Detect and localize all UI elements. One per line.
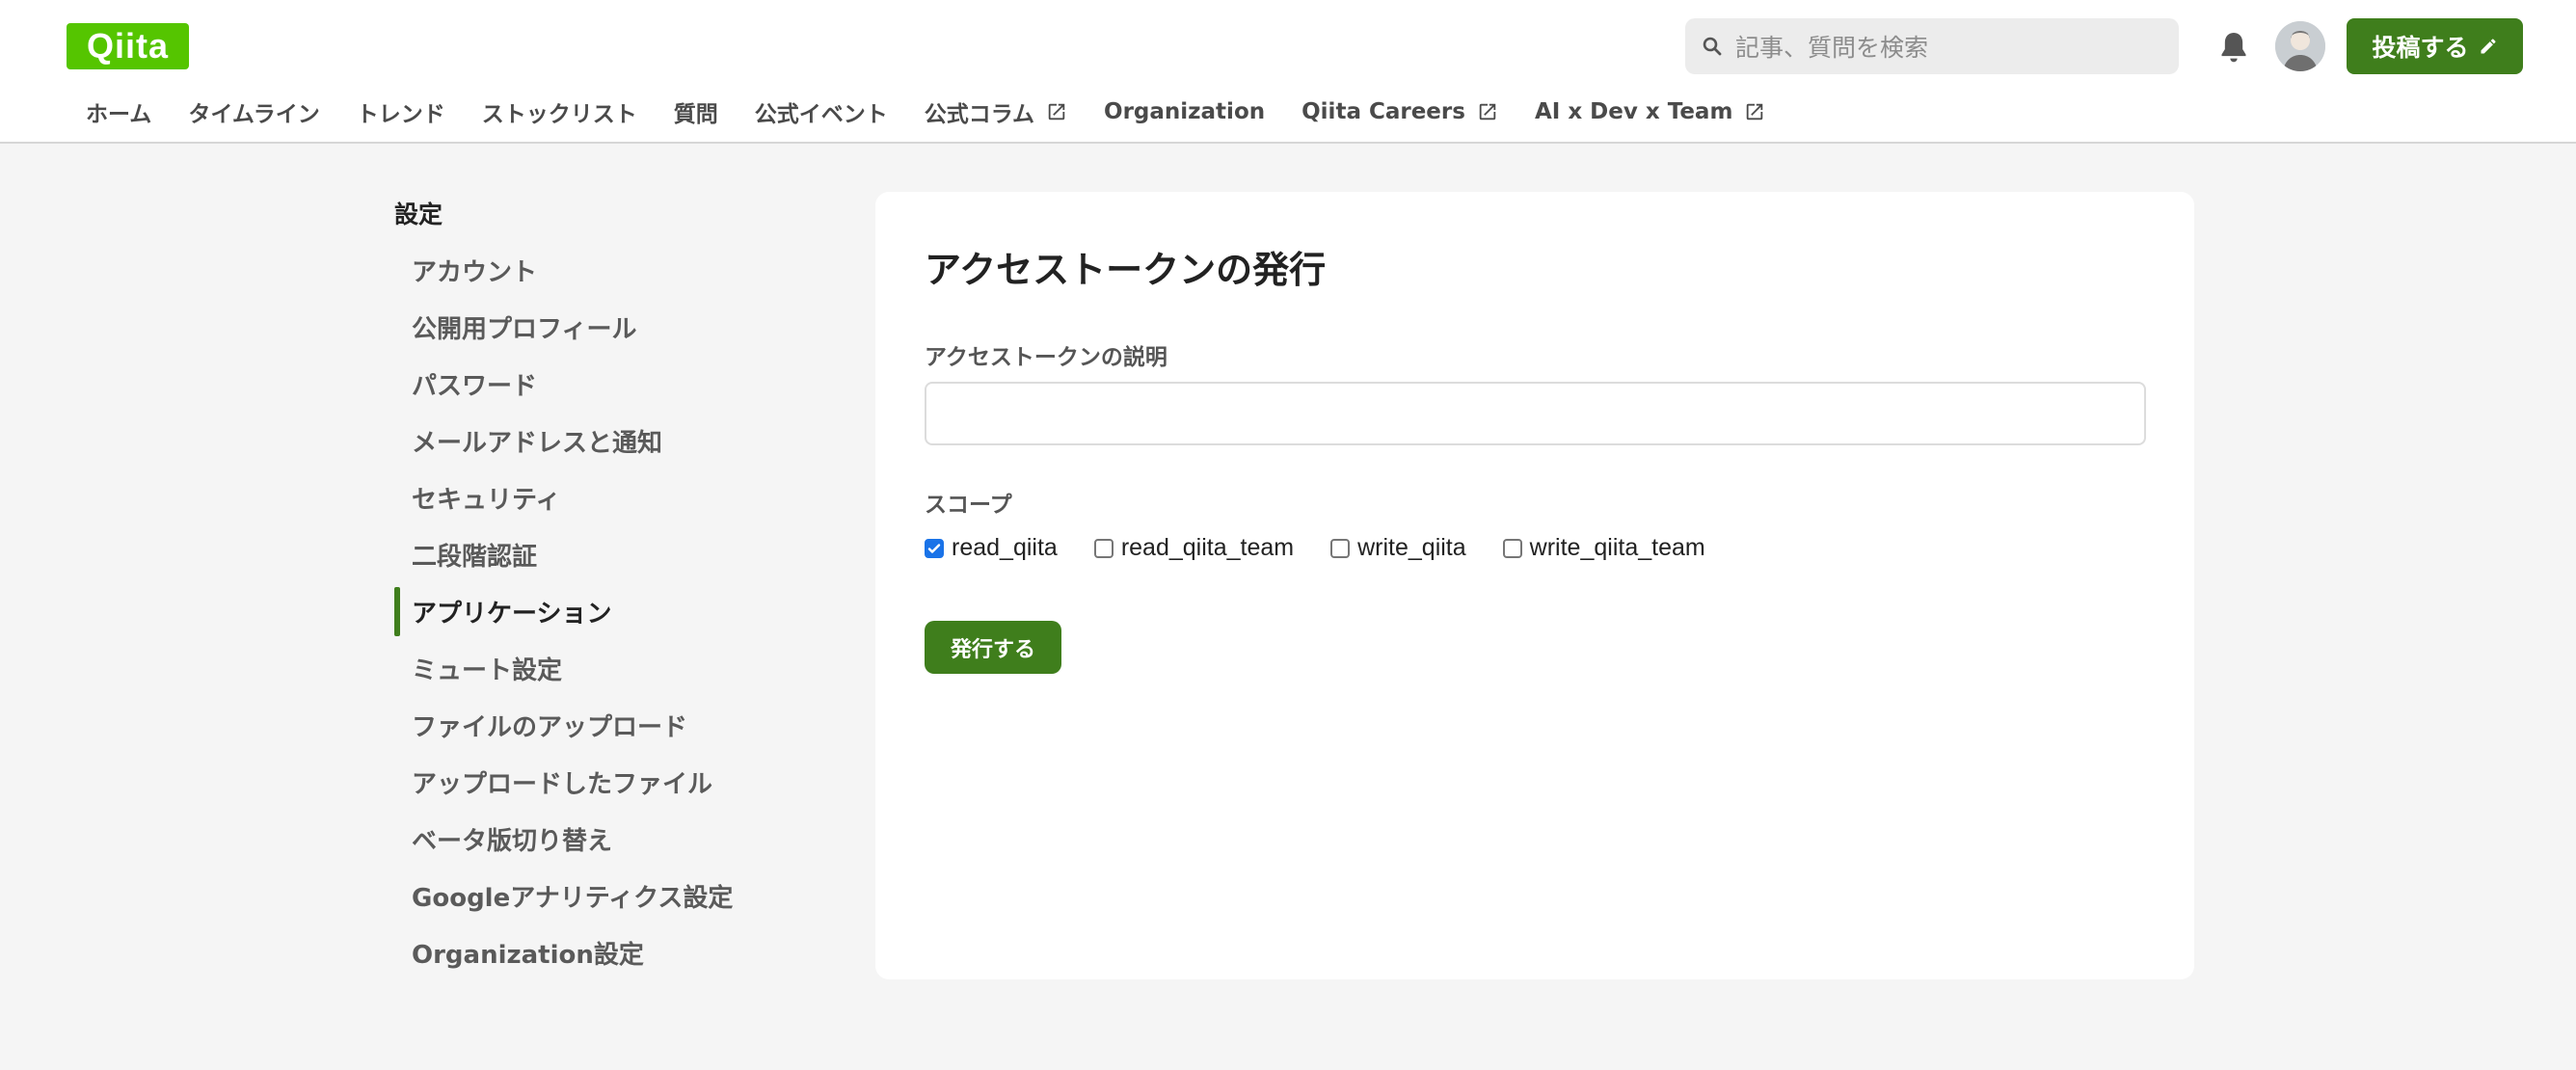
sidebar-item-google-analytics[interactable]: Googleアナリティクス設定 — [394, 868, 809, 924]
scope-options: read_qiita read_qiita_team write_qiita w… — [925, 534, 1742, 562]
sidebar-item-security[interactable]: セキュリティ — [394, 469, 809, 526]
global-nav: ホーム タイムライン トレンド ストックリスト 質問 公式イベント 公式コラム … — [67, 93, 1784, 131]
scope-read-qiita-team[interactable]: read_qiita_team — [1093, 534, 1295, 562]
settings-sidebar: アカウント 公開用プロフィール パスワード メールアドレスと通知 セキュリティ … — [394, 242, 809, 981]
scope-label: スコープ — [925, 493, 1012, 518]
nav-item-official-column[interactable]: 公式コラム — [906, 93, 1086, 131]
sidebar-item-mute-settings[interactable]: ミュート設定 — [394, 640, 809, 697]
nav-item-organization[interactable]: Organization — [1086, 93, 1283, 131]
sidebar-item-applications[interactable]: アプリケーション — [394, 583, 809, 640]
scope-read-qiita-checkbox[interactable] — [925, 538, 944, 558]
scope-write-qiita-label: write_qiita — [1357, 534, 1466, 561]
qiita-logo[interactable]: Qiita — [67, 23, 189, 69]
sidebar-item-beta-toggle[interactable]: ベータ版切り替え — [394, 811, 809, 868]
nav-item-qiita-careers[interactable]: Qiita Careers — [1283, 93, 1516, 131]
global-header: Qiita 記事、質問を検索 投稿する ホーム タイムライン トレンド ストック… — [0, 0, 2576, 144]
external-link-icon — [1747, 103, 1763, 120]
nav-item-trend[interactable]: トレンド — [338, 93, 464, 131]
nav-item-official-events[interactable]: 公式イベント — [737, 93, 906, 131]
access-token-card: アクセストークンの発行 アクセストークンの説明 スコープ read_qiita … — [875, 192, 2194, 979]
external-link-icon — [1048, 103, 1065, 120]
scope-read-qiita-team-label: read_qiita_team — [1120, 534, 1295, 561]
sidebar-item-email-notifications[interactable]: メールアドレスと通知 — [394, 413, 809, 469]
nav-item-stock-list[interactable]: ストックリスト — [464, 93, 656, 131]
sidebar-item-organization-settings[interactable]: Organization設定 — [394, 924, 809, 981]
scope-write-qiita-team-checkbox[interactable] — [1502, 538, 1522, 558]
nav-item-ai-dev-team[interactable]: AI x Dev x Team — [1516, 93, 1784, 131]
nav-item-timeline[interactable]: タイムライン — [170, 93, 337, 131]
settings-sidebar-title: 設定 — [394, 201, 443, 228]
search-icon — [1703, 37, 1722, 56]
token-description-input[interactable] — [925, 382, 2146, 445]
pencil-icon — [2481, 39, 2495, 54]
sidebar-item-public-profile[interactable]: 公開用プロフィール — [394, 299, 809, 356]
scope-write-qiita[interactable]: write_qiita — [1330, 534, 1466, 562]
issue-token-button[interactable]: 発行する — [925, 621, 1061, 674]
scope-write-qiita-checkbox[interactable] — [1330, 538, 1351, 558]
scope-read-qiita-team-checkbox[interactable] — [1093, 538, 1114, 558]
sidebar-item-file-upload[interactable]: ファイルのアップロード — [394, 697, 809, 754]
nav-item-questions[interactable]: 質問 — [656, 93, 737, 131]
scope-read-qiita-label: read_qiita — [952, 534, 1058, 561]
search-box[interactable]: 記事、質問を検索 — [1685, 18, 2179, 74]
page-title: アクセストークンの発行 — [925, 249, 1327, 291]
user-avatar[interactable] — [2275, 21, 2325, 71]
checkmark-icon — [927, 543, 941, 553]
sidebar-item-two-factor-auth[interactable]: 二段階認証 — [394, 526, 809, 583]
sidebar-item-password[interactable]: パスワード — [394, 356, 809, 413]
external-link-icon — [1479, 103, 1496, 120]
token-description-label: アクセストークンの説明 — [925, 345, 1167, 370]
sidebar-item-account[interactable]: アカウント — [394, 242, 809, 299]
sidebar-item-uploaded-files[interactable]: アップロードしたファイル — [394, 754, 809, 811]
nav-item-home[interactable]: ホーム — [67, 93, 170, 131]
scope-write-qiita-team-label: write_qiita_team — [1529, 534, 1705, 561]
bell-icon[interactable] — [2214, 28, 2253, 67]
search-placeholder: 記事、質問を検索 — [1735, 34, 1929, 62]
post-button-label: 投稿する — [2372, 34, 2469, 62]
post-button[interactable]: 投稿する — [2347, 18, 2523, 74]
scope-write-qiita-team[interactable]: write_qiita_team — [1502, 534, 1705, 562]
avatar-image — [2275, 21, 2325, 71]
scope-read-qiita[interactable]: read_qiita — [925, 534, 1058, 562]
